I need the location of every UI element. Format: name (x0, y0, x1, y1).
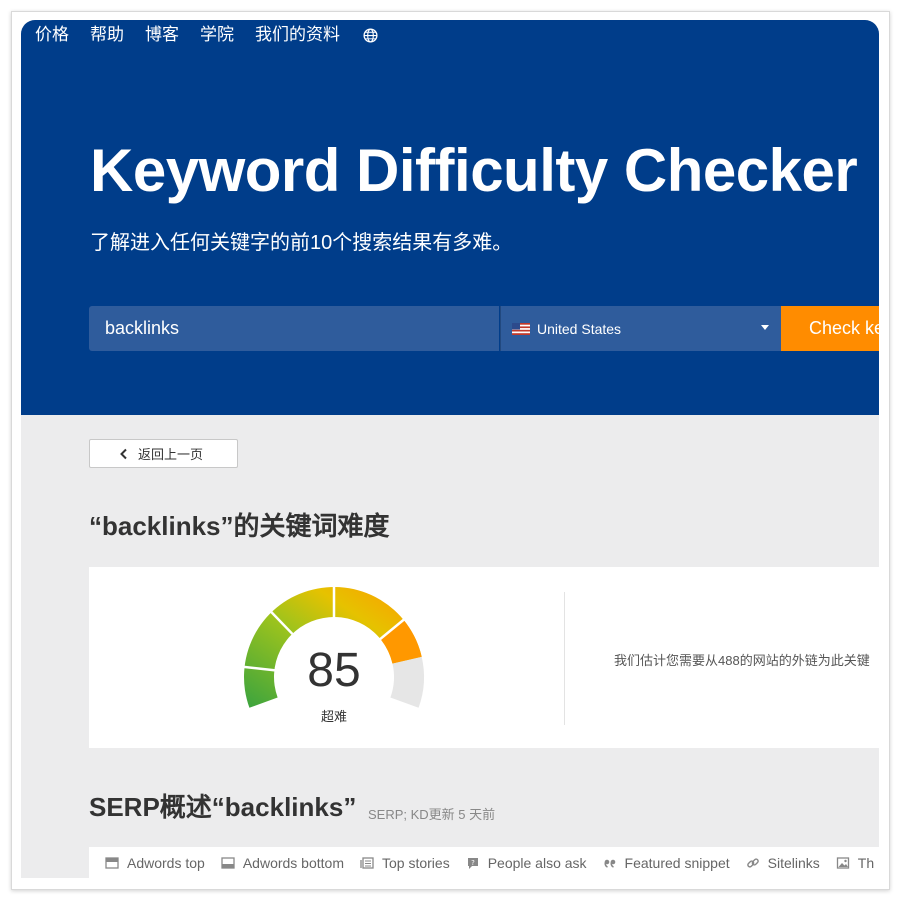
chevron-down-icon (761, 325, 769, 330)
nav-link-pricing[interactable]: 价格 (35, 24, 69, 46)
image-icon (836, 856, 849, 869)
globe-icon[interactable] (363, 27, 378, 43)
nav-link-blog[interactable]: 博客 (145, 24, 179, 46)
tab-sitelinks[interactable]: Sitelinks (746, 855, 820, 871)
back-button-label: 返回上一页 (138, 447, 204, 462)
keyword-difficulty-heading: “backlinks”的关键词难度 (89, 511, 390, 541)
top-nav: 价格 帮助 博客 学院 我们的资料 (35, 24, 378, 46)
difficulty-score: 85 (307, 644, 361, 697)
gauge-empty-segment (390, 656, 424, 708)
backlinks-estimate-note: 我们估计您需要从488的网站的外链为此关键 (614, 653, 870, 668)
country-label: United States (537, 320, 622, 337)
card-divider (564, 592, 565, 725)
serp-overview-heading: SERP概述“backlinks” (89, 792, 357, 822)
tab-label: Top stories (382, 854, 450, 871)
tab-adwords-bottom[interactable]: Adwords bottom (221, 855, 344, 871)
nav-link-help[interactable]: 帮助 (90, 24, 124, 46)
serp-update-meta: SERP; KD更新 5 天前 (368, 807, 496, 822)
nav-link-academy[interactable]: 学院 (200, 24, 234, 46)
tab-thumbnail[interactable]: Th (836, 855, 874, 871)
page-subtitle: 了解进入任何关键字的前10个搜索结果有多难。 (90, 232, 513, 254)
tab-people-also-ask[interactable]: ? People also ask (466, 855, 587, 871)
chevron-left-icon (120, 448, 127, 459)
us-flag-icon (512, 322, 530, 335)
tab-featured-snippet[interactable]: Featured snippet (603, 855, 730, 871)
check-keyword-button[interactable]: Check ke (781, 306, 879, 351)
tab-label: People also ask (487, 854, 587, 871)
tab-label: Sitelinks (767, 854, 820, 871)
hero-banner: 价格 帮助 博客 学院 我们的资料 Keyword Difficulty Che… (21, 20, 879, 415)
serp-feature-tabs: Adwords top Adwords bottom Top stories ? (89, 847, 879, 878)
keyword-input[interactable] (89, 306, 499, 351)
quote-icon (603, 859, 615, 868)
back-button[interactable]: 返回上一页 (89, 439, 238, 468)
ad-bottom-icon (221, 856, 235, 869)
tab-label: Featured snippet (624, 854, 730, 871)
tab-label: Adwords bottom (242, 854, 344, 871)
link-icon (746, 857, 759, 868)
page-viewport: 价格 帮助 博客 学院 我们的资料 Keyword Difficulty Che… (21, 20, 879, 878)
news-icon (360, 856, 374, 869)
page-title: Keyword Difficulty Checker (90, 137, 858, 204)
ad-top-icon (105, 856, 119, 869)
tab-label: Adwords top (127, 854, 205, 871)
nav-link-our-data[interactable]: 我们的资料 (255, 24, 340, 46)
question-icon: ? (467, 857, 478, 869)
difficulty-level: 超难 (320, 709, 347, 724)
keyword-difficulty-card: 85 超难 我们估计您需要从488的网站的外链为此关键 (89, 567, 879, 748)
tab-adwords-top[interactable]: Adwords top (105, 855, 205, 871)
tab-top-stories[interactable]: Top stories (360, 855, 450, 871)
svg-text:?: ? (471, 858, 475, 866)
tab-label: Th (857, 854, 875, 871)
country-select[interactable]: United States (500, 306, 781, 351)
